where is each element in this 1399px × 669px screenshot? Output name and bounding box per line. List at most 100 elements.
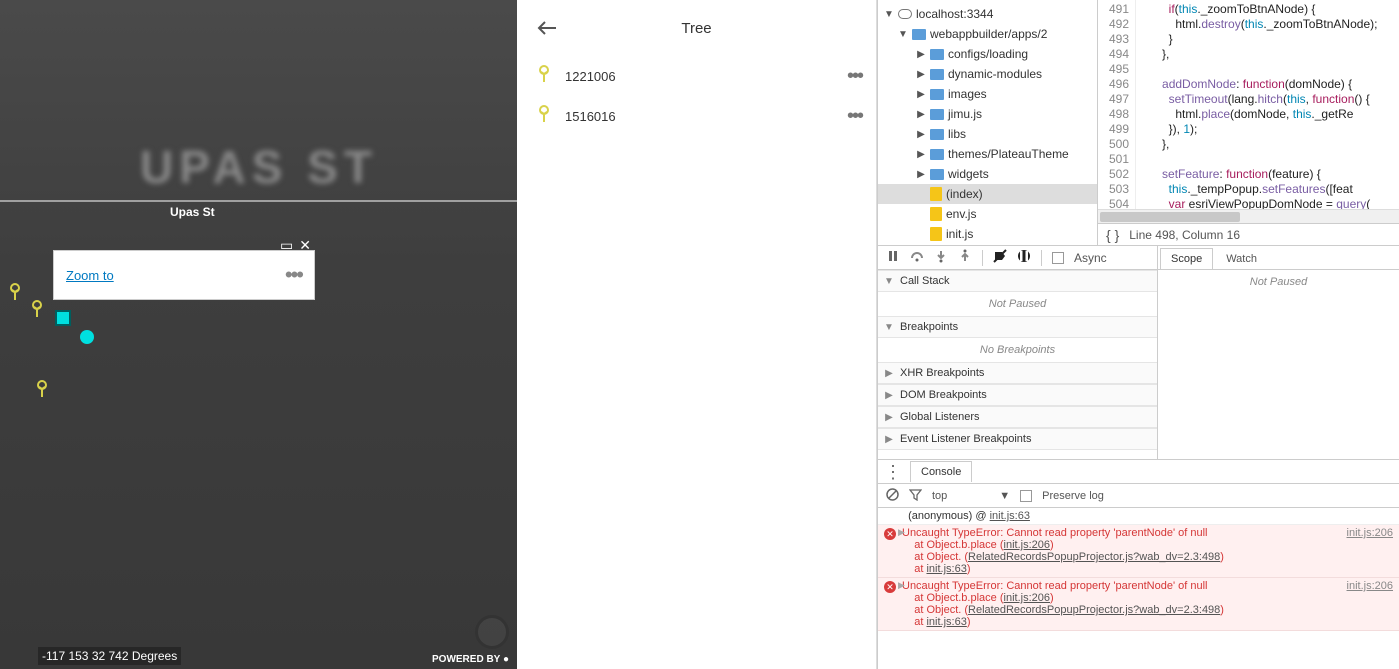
devtools-panel: ▼ localhost:3344 ▼webappbuilder/apps/2 ▶ c… [877,0,1399,669]
disclosure-triangle-icon[interactable]: ▶ [916,109,926,120]
source-node[interactable]: env.js [878,204,1097,224]
disclosure-triangle-icon[interactable]: ▶ [898,580,905,591]
sources-domain[interactable]: ▼ localhost:3344 [878,4,1097,24]
source-link[interactable]: init.js:206 [1004,592,1050,604]
debug-panel-header[interactable]: ▶Global Listeners [878,406,1157,428]
source-node[interactable]: ▶ dynamic-modules [878,64,1097,84]
cursor-position: Line 498, Column 16 [1129,228,1240,242]
source-node[interactable]: ▶ configs/loading [878,44,1097,64]
disclosure-triangle-icon[interactable]: ▶ [916,129,926,140]
map-pane[interactable]: UPAS ST Upas St ▭ ✕ Zoom to ••• POWERED … [0,0,517,669]
source-node-label: configs/loading [948,47,1028,61]
code-source[interactable]: if(this._zoomToBtnANode) { html.destroy(… [1136,0,1399,209]
source-link[interactable]: RelatedRecordsPopupProjector.js?wab_dv=2… [968,604,1220,616]
disclosure-triangle-icon[interactable]: ▼ [884,322,894,333]
source-node-label: jimu.js [948,107,982,121]
source-link[interactable]: RelatedRecordsPopupProjector.js?wab_dv=2… [968,551,1220,563]
deactivate-breakpoints-icon[interactable] [993,249,1007,266]
source-node[interactable]: ▶ jimu.js [878,104,1097,124]
tree-marker-icon[interactable] [8,283,22,297]
tab-watch[interactable]: Watch [1215,248,1268,269]
source-link[interactable]: init.js:63 [926,563,966,575]
row-actions-icon[interactable]: ••• [847,105,862,128]
console-output[interactable]: (anonymous) @ init.js:63✕▶init.js:206Unc… [878,508,1399,669]
coordinate-display: -117 153 32 742 Degrees [38,647,181,665]
source-node[interactable]: init.js [878,224,1097,244]
source-link[interactable]: init.js:63 [926,616,966,628]
basemap-label: UPAS ST [140,140,378,194]
debug-panel-header[interactable]: ▶XHR Breakpoints [878,362,1157,384]
source-node[interactable]: ▶themes/PlateauTheme [878,144,1097,164]
step-out-icon[interactable] [958,249,972,266]
source-node-label: libs [948,127,966,141]
disclosure-triangle-icon[interactable]: ▶ [916,149,926,160]
horizontal-scrollbar[interactable] [1098,209,1399,223]
zoom-to-link[interactable]: Zoom to [66,268,114,283]
list-header: Tree [517,0,876,56]
source-link[interactable]: init.js:63 [990,510,1030,522]
disclosure-triangle-icon[interactable]: ▶ [916,69,926,80]
tab-console[interactable]: Console [910,461,972,482]
code-editor[interactable]: 491 492 493 494 495 496 497 498 499 500 … [1098,0,1399,245]
async-checkbox[interactable] [1052,252,1064,264]
tree-marker-icon[interactable] [35,380,49,394]
debug-panel-header[interactable]: ▼Call Stack [878,270,1157,292]
popup-actions-icon[interactable]: ••• [285,262,302,288]
clear-console-icon[interactable] [886,488,899,504]
error-icon: ✕ [884,528,896,540]
disclosure-triangle-icon[interactable]: ▶ [884,434,894,445]
sources-tree[interactable]: ▼ localhost:3344 ▼webappbuilder/apps/2 ▶ c… [878,0,1098,245]
debug-panel-header[interactable]: ▼Breakpoints [878,316,1157,338]
preserve-log-checkbox[interactable] [1020,490,1032,502]
domain-label: localhost:3344 [916,7,993,21]
source-node-label: images [948,87,987,101]
pretty-print-icon[interactable]: { } [1106,227,1119,243]
async-label: Async [1074,251,1107,265]
disclosure-triangle-icon[interactable]: ▶ [884,390,894,401]
list-item[interactable]: 1221006••• [517,56,876,96]
feature-marker[interactable] [80,330,94,344]
console-error: ✕▶init.js:206Uncaught TypeError: Cannot … [878,578,1399,631]
source-node[interactable]: ▼webappbuilder/apps/2 [878,24,1097,44]
debug-panel-header[interactable]: ▶DOM Breakpoints [878,384,1157,406]
source-node[interactable]: ▶ libs [878,124,1097,144]
disclosure-triangle-icon[interactable]: ▶ [884,368,894,379]
disclosure-triangle-icon[interactable]: ▼ [898,29,908,40]
tree-marker-icon[interactable] [30,300,44,314]
disclosure-triangle-icon[interactable]: ▼ [884,276,894,287]
disclosure-triangle-icon[interactable]: ▶ [916,169,926,180]
source-node-label: (index) [946,187,983,201]
file-icon [930,187,942,201]
preserve-log-label: Preserve log [1042,490,1104,502]
console-menu-icon[interactable]: ⋮ [884,465,902,479]
disclosure-triangle-icon[interactable]: ▶ [884,412,894,423]
debug-panel-header[interactable]: ▶Event Listener Breakpoints [878,428,1157,450]
disclosure-triangle-icon[interactable]: ▶ [916,49,926,60]
filter-icon[interactable] [909,488,922,504]
source-link[interactable]: init.js:206 [1347,580,1393,592]
selected-feature-marker[interactable] [55,310,71,326]
scrollbar-thumb[interactable] [1100,212,1240,222]
pause-on-exceptions-icon[interactable] [1017,249,1031,266]
source-node[interactable]: ▶widgets [878,164,1097,184]
tab-scope[interactable]: Scope [1160,248,1213,269]
step-into-icon[interactable] [934,249,948,266]
source-node-label: dynamic-modules [948,67,1042,81]
source-node[interactable]: (index) [878,184,1097,204]
disclosure-triangle-icon[interactable]: ▶ [898,527,905,538]
disclosure-triangle-icon[interactable]: ▼ [884,9,894,20]
disclosure-triangle-icon[interactable]: ▶ [916,89,926,100]
pause-icon[interactable] [886,249,900,266]
source-link[interactable]: init.js:206 [1004,539,1050,551]
source-link[interactable]: init.js:206 [1347,527,1393,539]
attribution-button[interactable] [475,615,509,649]
step-over-icon[interactable] [910,249,924,266]
back-arrow-icon[interactable] [537,18,557,38]
row-actions-icon[interactable]: ••• [847,65,862,88]
list-item[interactable]: 1516016••• [517,96,876,136]
source-node[interactable]: ▶ images [878,84,1097,104]
folder-open-icon [912,29,926,40]
panel-message: Not Paused [878,292,1157,316]
line-gutter: 491 492 493 494 495 496 497 498 499 500 … [1098,0,1136,209]
context-selector[interactable]: top ▼ [932,490,1010,502]
